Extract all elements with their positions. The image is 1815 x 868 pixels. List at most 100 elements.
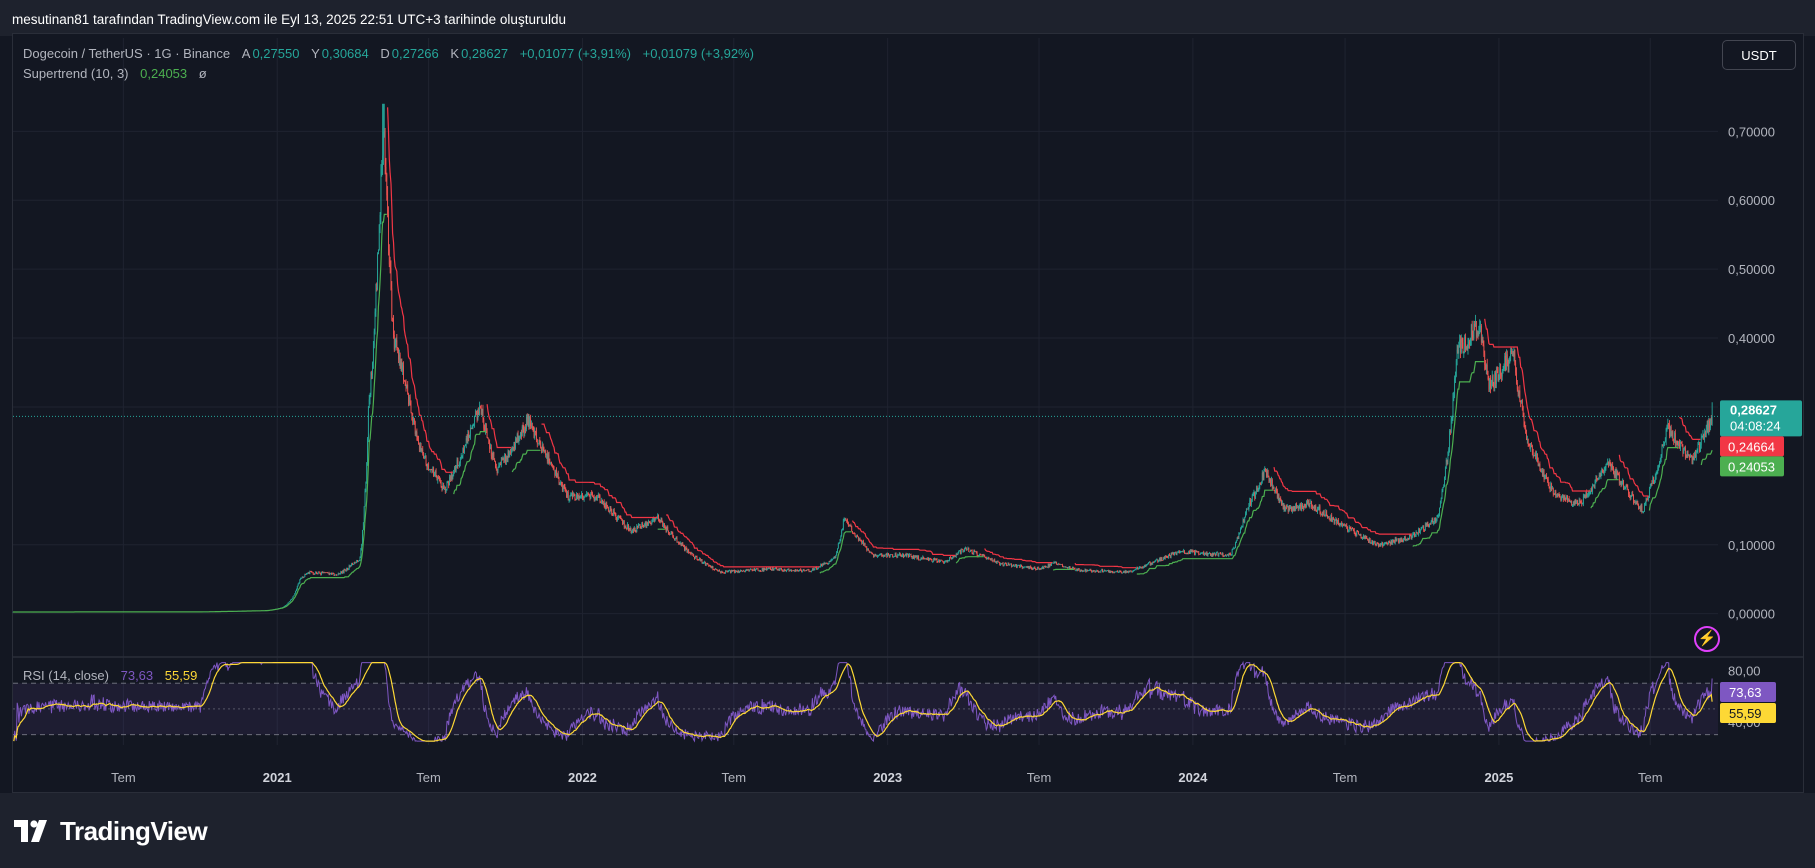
candle (694, 555, 696, 559)
candle-body (1110, 571, 1112, 573)
candle (765, 567, 767, 571)
candle (1309, 503, 1311, 509)
candle (931, 558, 933, 562)
candle (458, 464, 460, 467)
candle (499, 462, 501, 468)
candle-body (995, 562, 997, 563)
candle-body (600, 501, 602, 503)
candle (591, 490, 593, 496)
candle (379, 212, 381, 234)
candle (297, 583, 299, 587)
candle-body (328, 572, 330, 575)
candle (316, 572, 318, 575)
candle (1111, 570, 1113, 573)
candle-body (868, 549, 869, 551)
candle-body (833, 557, 835, 559)
candle-body (332, 572, 333, 575)
candle (868, 550, 870, 553)
candle-body (439, 477, 440, 480)
candle (398, 347, 399, 364)
candle (811, 570, 813, 573)
candles-group[interactable] (12, 103, 1713, 613)
candle-body (357, 560, 358, 562)
candle (570, 492, 572, 497)
candle (1149, 561, 1151, 566)
candle-body (683, 545, 685, 547)
candle (686, 547, 688, 553)
candle (1226, 553, 1228, 556)
candle-body (921, 557, 923, 559)
chart-canvas[interactable]: 0,700000,600000,500000,400000,300000,100… (0, 0, 1815, 868)
candle-body (565, 490, 567, 492)
candle (329, 573, 331, 576)
candle-body (308, 572, 310, 574)
candle (685, 545, 687, 550)
candle (1212, 551, 1214, 557)
candle-body (635, 531, 637, 532)
candle (1256, 485, 1258, 493)
candle (888, 553, 889, 556)
candle (878, 555, 879, 557)
candle-body (949, 557, 950, 561)
candle (1296, 505, 1298, 509)
candle-body (480, 408, 482, 415)
candle (1332, 516, 1334, 520)
candle (350, 564, 352, 567)
candle (1150, 562, 1152, 566)
candle (1288, 505, 1290, 513)
candle (336, 574, 338, 576)
candle-body (378, 249, 379, 255)
candle-body (1174, 551, 1176, 553)
candle-body (943, 561, 945, 564)
candle-body (969, 551, 971, 553)
candle (1381, 541, 1383, 546)
candle (490, 444, 492, 460)
candle-body (685, 547, 687, 550)
candle-body (898, 554, 899, 556)
candle (1320, 511, 1322, 517)
candle (1245, 508, 1247, 516)
candle-body (400, 362, 402, 369)
candle (450, 472, 452, 481)
candle (571, 492, 573, 497)
candle (345, 569, 347, 572)
candle (597, 494, 598, 501)
candle (1122, 572, 1124, 574)
candle (874, 553, 876, 557)
candle-body (1331, 515, 1333, 522)
candle-body (794, 569, 796, 572)
candle-body (496, 469, 498, 473)
candle (879, 553, 881, 555)
candle (1020, 564, 1022, 568)
candle-body (801, 569, 802, 572)
candle-body (376, 287, 378, 290)
candle-body (1289, 506, 1291, 509)
candle-body (945, 560, 947, 562)
candle-body (1251, 501, 1252, 505)
candle-body (1269, 479, 1271, 481)
candle (522, 422, 524, 433)
candle-body (842, 519, 844, 530)
candle (608, 510, 610, 513)
candle (1233, 546, 1235, 549)
candle (750, 568, 751, 570)
candle-body (1369, 538, 1371, 544)
candle-body (972, 553, 974, 554)
candle-body (551, 464, 553, 467)
candle-body (706, 563, 708, 565)
candle-body (788, 569, 790, 571)
candle (1118, 570, 1120, 573)
candle-body (838, 543, 840, 544)
candle-body (990, 558, 992, 561)
candle-body (453, 470, 455, 475)
candle-body (844, 519, 846, 520)
candle (1249, 497, 1251, 507)
candle-body (384, 130, 386, 167)
candle-body (503, 459, 505, 462)
candle (1194, 549, 1196, 556)
candle (454, 465, 455, 474)
candle-body (760, 571, 762, 572)
candle-body (462, 448, 464, 456)
candle (1005, 562, 1007, 564)
candle-body (1348, 526, 1350, 531)
